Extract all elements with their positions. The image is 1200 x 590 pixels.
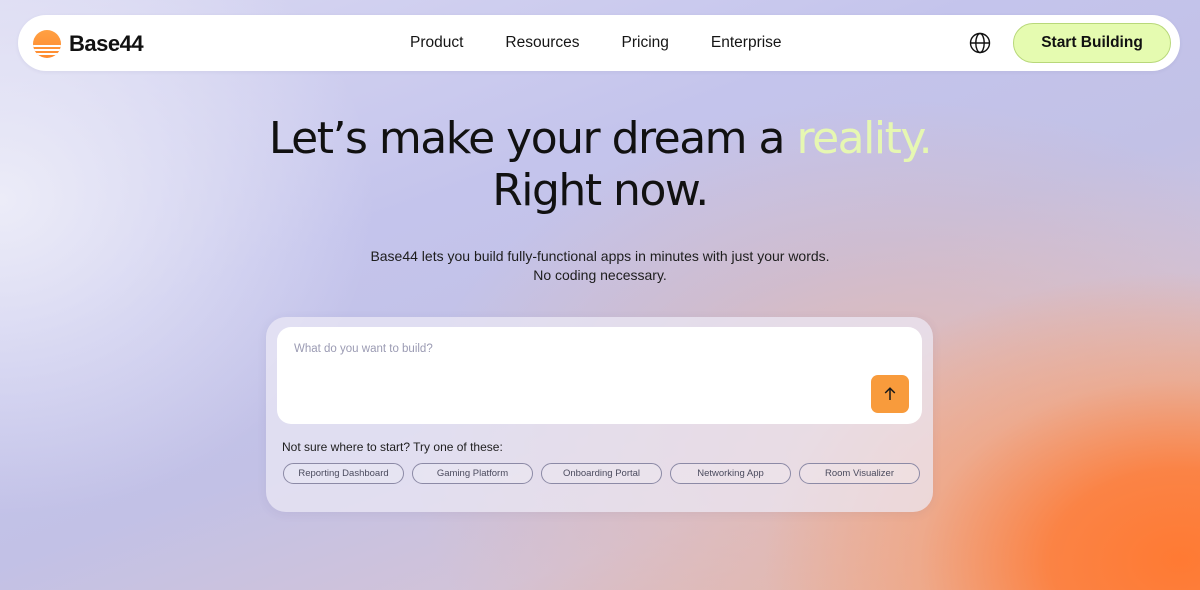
arrow-up-icon <box>884 387 896 400</box>
brand-name: Base44 <box>69 31 144 56</box>
nav-links: Product Resources Pricing Enterprise <box>410 15 824 71</box>
suggestion-chip-gaming-platform[interactable]: Gaming Platform <box>412 463 533 484</box>
suggestion-chip-networking-app[interactable]: Networking App <box>670 463 791 484</box>
hero-title-part1: Let’s make your dream a <box>268 113 797 164</box>
suggestion-chip-room-visualizer[interactable]: Room Visualizer <box>799 463 920 484</box>
prompt-input[interactable] <box>294 343 854 403</box>
hero-subtitle-line2: No coding necessary. <box>533 267 667 283</box>
start-building-button[interactable]: Start Building <box>1013 23 1171 63</box>
nav-link-resources[interactable]: Resources <box>505 34 579 52</box>
hero-title-accent: reality. <box>796 113 932 164</box>
suggestions-label: Not sure where to start? Try one of thes… <box>282 440 503 454</box>
nav-link-enterprise[interactable]: Enterprise <box>711 34 782 52</box>
top-navbar: Base44 Product Resources Pricing Enterpr… <box>18 15 1180 71</box>
prompt-input-box <box>277 327 922 424</box>
hero-title-line2: Right now. <box>492 165 709 216</box>
suggestion-chip-reporting-dashboard[interactable]: Reporting Dashboard <box>283 463 404 484</box>
hero-subtitle-line1: Base44 lets you build fully-functional a… <box>370 248 830 264</box>
suggestion-chip-onboarding-portal[interactable]: Onboarding Portal <box>541 463 662 484</box>
suggestion-chips: Reporting Dashboard Gaming Platform Onbo… <box>283 463 928 484</box>
globe-icon[interactable] <box>969 32 991 54</box>
sun-logo-icon <box>33 30 61 58</box>
nav-link-product[interactable]: Product <box>410 34 463 52</box>
logo[interactable]: Base44 <box>33 29 144 59</box>
hero-title: Let’s make your dream a reality. Right n… <box>0 113 1200 217</box>
hero-subtitle: Base44 lets you build fully-functional a… <box>0 247 1200 285</box>
nav-link-pricing[interactable]: Pricing <box>622 34 669 52</box>
prompt-card: Not sure where to start? Try one of thes… <box>266 317 933 512</box>
send-button[interactable] <box>871 375 909 413</box>
